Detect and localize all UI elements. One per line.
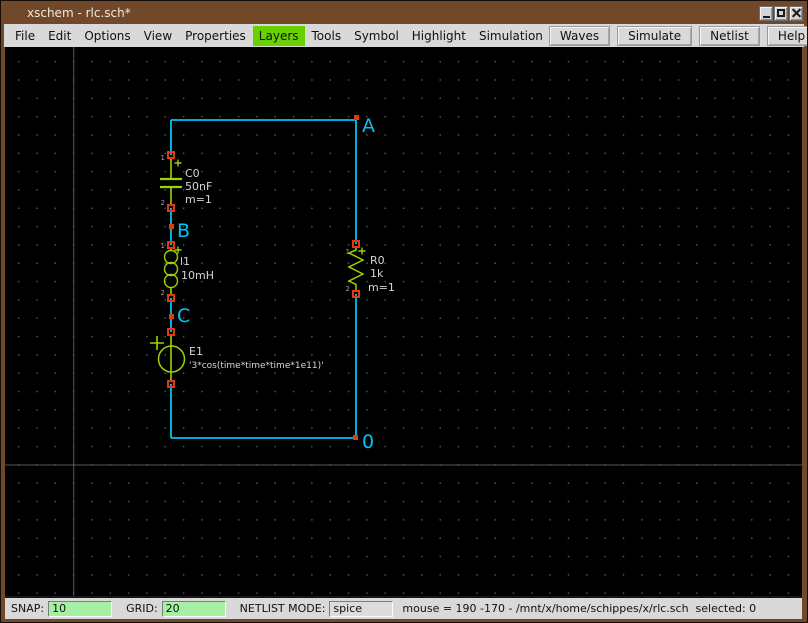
close-button[interactable]: [789, 6, 803, 21]
menu-properties[interactable]: Properties: [179, 26, 252, 46]
net-label-c[interactable]: C: [177, 305, 190, 327]
plus-mark-icon: [175, 160, 182, 167]
maximize-button[interactable]: [774, 6, 788, 21]
voltage-source-symbol[interactable]: E1 '3*cos(time*time*time*1e11)': [150, 329, 324, 387]
net-label-gnd[interactable]: 0: [362, 431, 374, 453]
close-icon: [792, 9, 801, 18]
grid-input[interactable]: [162, 601, 226, 617]
component-ref: R0: [370, 254, 385, 267]
menu-file[interactable]: File: [9, 26, 41, 46]
pin-number: 1: [161, 242, 165, 250]
pin-number: 1: [161, 154, 165, 162]
plus-mark-icon: [150, 336, 164, 350]
pin-number: 2: [161, 199, 165, 207]
component-value: '3*cos(time*time*time*1e11)': [189, 361, 324, 371]
menu-symbol[interactable]: Symbol: [348, 26, 405, 46]
simulate-button[interactable]: Simulate: [617, 26, 692, 46]
component-value: 1k: [370, 267, 384, 280]
menu-highlight[interactable]: Highlight: [406, 26, 472, 46]
title-bar[interactable]: xschem - rlc.sch*: [3, 2, 805, 24]
component-mult: m=1: [368, 281, 395, 294]
grid-label: GRID:: [126, 602, 158, 615]
snap-label: SNAP:: [11, 602, 44, 615]
minimize-button[interactable]: [759, 6, 773, 21]
schematic-drawing: 1 2 C0 50nF m=1 1 2 l1 10mH: [5, 47, 802, 596]
mouse-coordinates-status: mouse = 190 -170 - /mnt/x/home/schippes/…: [402, 602, 756, 615]
toolbar-buttons: Waves Simulate Netlist Help: [549, 26, 808, 46]
net-label-a[interactable]: A: [362, 115, 375, 137]
label-pin-marker: [354, 115, 359, 120]
minimize-icon: [763, 16, 770, 18]
menu-layers[interactable]: Layers: [253, 26, 305, 46]
plus-mark-icon: [359, 248, 366, 255]
label-pin-marker: [169, 314, 174, 319]
window-title: xschem - rlc.sch*: [27, 6, 131, 20]
component-ref: E1: [189, 345, 203, 358]
menu-simulation[interactable]: Simulation: [473, 26, 549, 46]
component-mult: m=1: [185, 193, 212, 206]
xschem-window: xschem - rlc.sch* File Edit Options View…: [0, 0, 808, 623]
label-pin-marker: [353, 435, 358, 440]
capacitor-symbol[interactable]: 1 2 C0 50nF m=1: [160, 152, 212, 211]
maximize-icon: [777, 9, 785, 17]
window-controls: [759, 6, 803, 21]
pin-number: 1: [346, 248, 350, 256]
menu-view[interactable]: View: [138, 26, 178, 46]
component-ref: C0: [185, 167, 200, 180]
netlist-mode-label: NETLIST MODE:: [240, 602, 326, 615]
menu-bar: File Edit Options View Properties Layers…: [4, 24, 804, 47]
axes: [5, 47, 802, 596]
menu-tools[interactable]: Tools: [306, 26, 348, 46]
snap-input[interactable]: [48, 601, 112, 617]
label-pin-marker: [169, 224, 174, 229]
component-ref: l1: [180, 255, 190, 268]
menu-options[interactable]: Options: [78, 26, 136, 46]
netlist-button[interactable]: Netlist: [699, 26, 760, 46]
waves-button[interactable]: Waves: [549, 26, 610, 46]
netlist-mode-input[interactable]: [329, 601, 393, 617]
schematic-canvas[interactable]: 1 2 C0 50nF m=1 1 2 l1 10mH: [5, 47, 802, 596]
help-button[interactable]: Help: [767, 26, 808, 46]
status-bar: SNAP: GRID: NETLIST MODE: mouse = 190 -1…: [5, 596, 802, 619]
pin-number: 2: [161, 289, 165, 297]
menu-edit[interactable]: Edit: [42, 26, 77, 46]
net-label-b[interactable]: B: [177, 220, 190, 242]
inductor-symbol[interactable]: 1 2 l1 10mH: [161, 242, 214, 301]
pin-number: 2: [346, 285, 350, 293]
resistor-symbol[interactable]: 1 2 R0 1k m=1: [346, 241, 395, 297]
net-labels: A B C 0: [169, 115, 375, 453]
component-value: 10mH: [181, 269, 214, 282]
component-value: 50nF: [185, 180, 212, 193]
